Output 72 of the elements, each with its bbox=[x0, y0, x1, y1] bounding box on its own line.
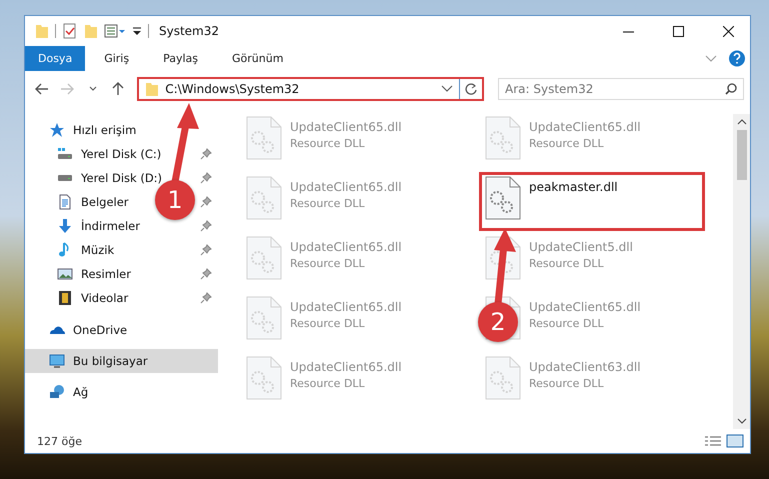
pin-icon[interactable] bbox=[200, 292, 212, 304]
forward-arrow-icon bbox=[60, 83, 74, 95]
chevron-down-icon[interactable] bbox=[441, 85, 453, 93]
file-type: Resource DLL bbox=[529, 257, 605, 270]
details-view-icon[interactable] bbox=[704, 434, 722, 448]
sidebar-item-label[interactable]: Resimler bbox=[81, 267, 131, 281]
item-count: 127 öğe bbox=[37, 434, 82, 448]
ribbon-tab[interactable]: Paylaş bbox=[150, 46, 211, 71]
drive-icon bbox=[57, 175, 73, 181]
sidebar-item-label[interactable]: Hızlı erişim bbox=[73, 123, 136, 137]
pin-icon[interactable] bbox=[200, 244, 212, 256]
dll-file-icon bbox=[485, 176, 521, 220]
file-type: Resource DLL bbox=[290, 197, 366, 210]
refresh-icon bbox=[465, 83, 477, 95]
selected-sidebar-item[interactable]: Bu bilgisayar bbox=[25, 349, 218, 373]
scroll-down-icon[interactable] bbox=[736, 417, 746, 425]
dll-file-icon bbox=[246, 296, 282, 340]
pin-icon[interactable] bbox=[200, 172, 212, 184]
maximize-icon bbox=[672, 26, 684, 36]
pin-icon[interactable] bbox=[200, 268, 212, 280]
file-name[interactable]: peakmaster.dll bbox=[529, 180, 618, 194]
file-type: Resource DLL bbox=[290, 137, 366, 150]
properties-icon[interactable] bbox=[62, 23, 78, 39]
search-icon[interactable] bbox=[725, 83, 737, 95]
scroll-up-icon[interactable] bbox=[736, 118, 746, 126]
sidebar-item-label[interactable]: OneDrive bbox=[73, 323, 128, 337]
dll-file-icon bbox=[485, 356, 521, 400]
star-icon bbox=[49, 122, 65, 138]
computer-icon bbox=[49, 353, 65, 369]
pin-icon[interactable] bbox=[200, 148, 212, 160]
sidebar-item-label[interactable]: Ağ bbox=[73, 385, 88, 399]
picture-icon bbox=[57, 266, 73, 282]
file-type: Resource DLL bbox=[529, 317, 605, 330]
pin-icon[interactable] bbox=[200, 196, 212, 208]
file-type: Resource DLL bbox=[290, 257, 366, 270]
document-icon bbox=[57, 194, 73, 210]
search-field[interactable]: Ara: System32 bbox=[498, 78, 744, 100]
sidebar-item-label[interactable]: Bu bilgisayar bbox=[73, 354, 148, 368]
pin-icon[interactable] bbox=[200, 220, 212, 232]
address-path: C:\Windows\System32 bbox=[165, 82, 300, 96]
sidebar-item-label[interactable]: Videolar bbox=[81, 291, 128, 305]
file-type: Resource DLL bbox=[529, 137, 605, 150]
close-icon bbox=[722, 26, 734, 36]
large-icons-view-icon[interactable] bbox=[726, 434, 744, 448]
back-arrow-icon bbox=[34, 83, 49, 95]
sidebar-item-label[interactable]: İndirmeler bbox=[81, 219, 140, 233]
window-title: System32 bbox=[159, 24, 220, 38]
sidebar-item-label[interactable]: Yerel Disk (C:) bbox=[81, 147, 162, 161]
dll-file-icon bbox=[246, 176, 282, 220]
network-icon bbox=[49, 384, 65, 400]
sidebar-item-label[interactable]: Belgeler bbox=[81, 195, 129, 209]
film-icon bbox=[57, 290, 73, 306]
up-arrow-icon bbox=[112, 82, 124, 96]
download-icon bbox=[57, 218, 73, 234]
drive-icon bbox=[57, 146, 73, 162]
folder-icon bbox=[145, 81, 160, 97]
file-type: Resource DLL bbox=[290, 377, 366, 390]
dll-file-icon bbox=[246, 236, 282, 280]
view-options-icon[interactable] bbox=[104, 23, 126, 39]
file-type: Resource DLL bbox=[529, 377, 605, 390]
address-bar[interactable]: C:\Windows\System32 bbox=[137, 77, 484, 101]
sidebar-item-label[interactable]: Müzik bbox=[81, 243, 114, 257]
dll-file-icon bbox=[485, 116, 521, 160]
ribbon-tab[interactable]: Dosya bbox=[25, 46, 86, 71]
scrollbar[interactable] bbox=[733, 114, 750, 429]
dll-file-icon bbox=[246, 356, 282, 400]
file-type: Resource DLL bbox=[290, 317, 366, 330]
ribbon-tab[interactable]: Giriş bbox=[91, 46, 142, 71]
scroll-thumb[interactable] bbox=[736, 130, 746, 180]
chevron-down-icon bbox=[88, 86, 97, 92]
ribbon-tab[interactable]: Görünüm bbox=[219, 46, 296, 71]
dll-file-icon bbox=[246, 116, 282, 160]
